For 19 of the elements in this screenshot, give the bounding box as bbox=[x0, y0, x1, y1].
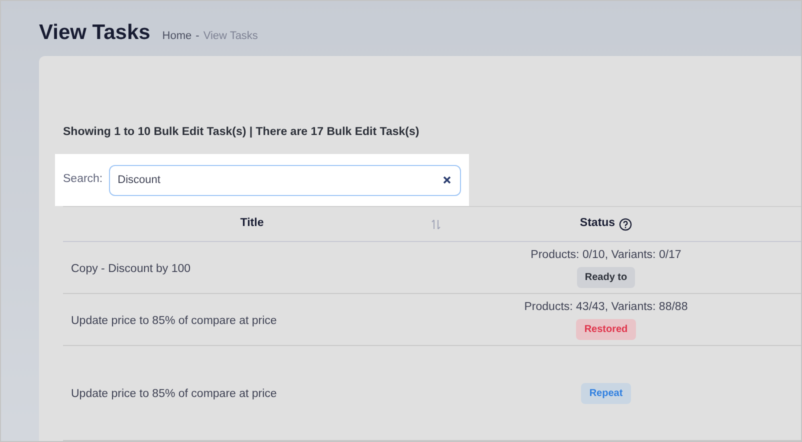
breadcrumb-current: View Tasks bbox=[203, 29, 258, 44]
summary-text: Showing 1 to 10 Bulk Edit Task(s) | There are 17 Bulk Edit Task(s) bbox=[63, 125, 420, 140]
search-field[interactable]: Discount bbox=[108, 164, 461, 196]
column-header[interactable]: Status bbox=[580, 215, 616, 233]
task-title: Update price to 85% of compare at price bbox=[71, 314, 277, 326]
status-badge: Ready to bbox=[576, 267, 636, 288]
task-title: Update price to 85% of compare at price bbox=[71, 388, 277, 400]
progress-text: Products: 43/43, Variants: 88/88 bbox=[524, 300, 688, 315]
status-badge: Restored bbox=[576, 319, 636, 340]
search-label: Search: bbox=[63, 172, 103, 188]
clear-icon[interactable] bbox=[443, 176, 451, 184]
status-badge: Repeat bbox=[581, 382, 631, 404]
column-header[interactable]: Title bbox=[240, 215, 264, 233]
breadcrumb-link[interactable]: Home bbox=[162, 28, 192, 44]
progress-text: Products: 0/10, Variants: 0/17 bbox=[530, 248, 682, 263]
page-title: View Tasks bbox=[39, 20, 150, 46]
breadcrumb-link[interactable]: - bbox=[196, 28, 200, 44]
help-icon[interactable] bbox=[619, 218, 632, 230]
task-title: Copy - Discount by 100 bbox=[71, 262, 191, 274]
